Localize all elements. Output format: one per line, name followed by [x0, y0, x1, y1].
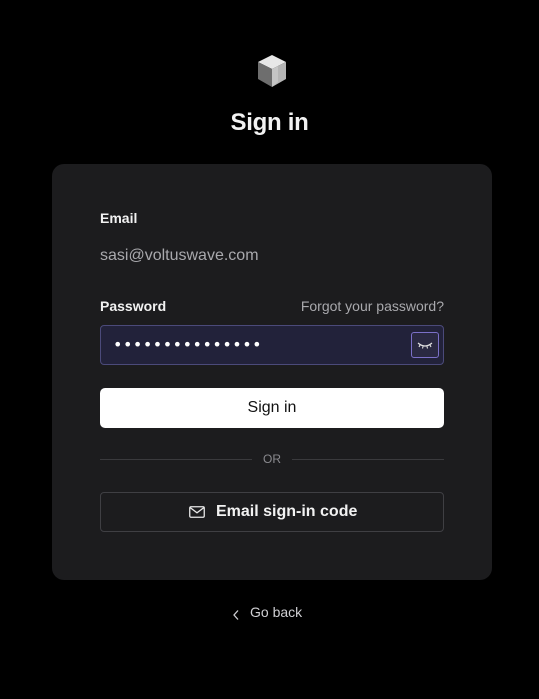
page-title: Sign in [230, 109, 309, 136]
password-field[interactable]: ••••••••••••••• [100, 325, 444, 365]
cube-logo-icon [255, 53, 289, 89]
email-sign-in-code-label: Email sign-in code [216, 503, 358, 520]
password-masked-value: ••••••••••••••• [113, 335, 263, 354]
divider-right [292, 459, 444, 460]
or-divider-text: OR [263, 452, 281, 466]
email-sign-in-code-button[interactable]: Email sign-in code [100, 492, 444, 532]
forgot-password-link[interactable]: Forgot your password? [301, 298, 444, 314]
mail-icon [189, 505, 205, 523]
email-label: Email [100, 210, 138, 226]
go-back-label: Go back [250, 604, 303, 620]
toggle-password-visibility-button[interactable] [411, 332, 439, 358]
sign-in-card: Email sasi@voltuswave.com Password Forgo… [52, 164, 492, 580]
eye-closed-icon [417, 342, 433, 349]
password-label: Password [100, 298, 167, 314]
sign-in-page: Sign in Email sasi@voltuswave.com Passwo… [0, 0, 539, 699]
sign-in-button[interactable]: Sign in [100, 388, 444, 428]
chevron-left-icon [232, 608, 240, 624]
divider-left [100, 459, 252, 460]
email-value: sasi@voltuswave.com [100, 247, 259, 264]
